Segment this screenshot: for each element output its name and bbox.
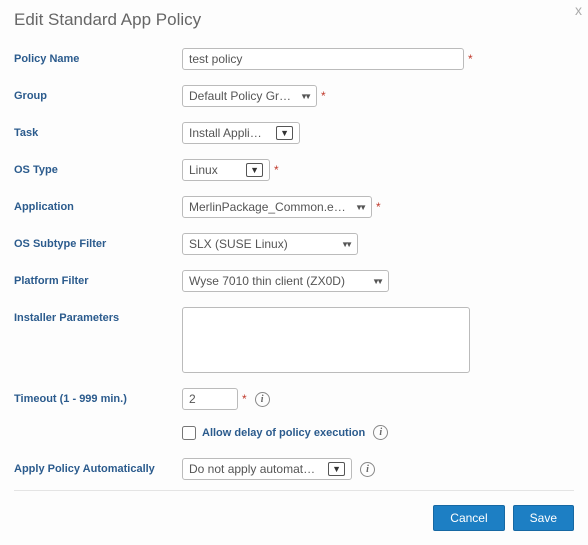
info-icon[interactable]: i: [255, 392, 270, 407]
label-platform: Platform Filter: [14, 270, 182, 287]
row-policy-name: Policy Name *: [14, 48, 574, 70]
edit-policy-dialog: x Edit Standard App Policy Policy Name *…: [0, 0, 588, 545]
info-icon[interactable]: i: [373, 425, 388, 440]
application-select[interactable]: MerlinPackage_Common.exe (Loc ▼▼: [182, 196, 372, 218]
row-os-type: OS Type Linux ▼ *: [14, 159, 574, 181]
row-platform: Platform Filter Wyse 7010 thin client (Z…: [14, 270, 574, 292]
allow-delay-checkbox[interactable]: [182, 426, 196, 440]
required-mark: *: [468, 52, 473, 66]
dialog-title: Edit Standard App Policy: [14, 10, 574, 30]
cancel-button[interactable]: Cancel: [433, 505, 504, 531]
required-mark: *: [274, 163, 279, 177]
required-mark: *: [242, 392, 247, 406]
label-installer: Installer Parameters: [14, 307, 182, 324]
chevron-down-icon: ▼: [276, 126, 293, 140]
info-icon[interactable]: i: [360, 462, 375, 477]
installer-params-textarea[interactable]: [182, 307, 470, 373]
chevron-double-icon: ▼▼: [355, 203, 363, 212]
timeout-input[interactable]: [182, 388, 238, 410]
label-os-type: OS Type: [14, 159, 182, 176]
chevron-double-icon: ▼▼: [372, 277, 380, 286]
os-subtype-select[interactable]: SLX (SUSE Linux) ▼▼: [182, 233, 358, 255]
dialog-footer: Cancel Save: [14, 505, 574, 531]
row-application: Application MerlinPackage_Common.exe (Lo…: [14, 196, 574, 218]
row-installer: Installer Parameters: [14, 307, 574, 373]
divider: [14, 490, 574, 491]
chevron-double-icon: ▼▼: [341, 240, 349, 249]
task-select[interactable]: Install Application ▼: [182, 122, 300, 144]
chevron-down-icon: ▼: [328, 462, 345, 476]
group-select[interactable]: Default Policy Group ▼▼: [182, 85, 317, 107]
label-timeout: Timeout (1 - 999 min.): [14, 388, 182, 405]
required-mark: *: [321, 89, 326, 103]
label-group: Group: [14, 85, 182, 102]
row-os-subtype: OS Subtype Filter SLX (SUSE Linux) ▼▼: [14, 233, 574, 255]
platform-select[interactable]: Wyse 7010 thin client (ZX0D) ▼▼: [182, 270, 389, 292]
os-type-select[interactable]: Linux ▼: [182, 159, 270, 181]
required-mark: *: [376, 200, 381, 214]
label-task: Task: [14, 122, 182, 139]
row-allow-delay: Allow delay of policy execution i: [182, 425, 574, 440]
row-apply-auto: Apply Policy Automatically Do not apply …: [14, 458, 574, 480]
row-timeout: Timeout (1 - 999 min.) * i: [14, 388, 574, 410]
close-icon[interactable]: x: [575, 2, 582, 18]
save-button[interactable]: Save: [513, 505, 574, 531]
policy-name-input[interactable]: [182, 48, 464, 70]
label-application: Application: [14, 196, 182, 213]
label-policy-name: Policy Name: [14, 48, 182, 65]
row-group: Group Default Policy Group ▼▼ *: [14, 85, 574, 107]
allow-delay-label: Allow delay of policy execution: [202, 427, 365, 439]
apply-auto-select[interactable]: Do not apply automatically ▼: [182, 458, 352, 480]
chevron-down-icon: ▼: [246, 163, 263, 177]
row-task: Task Install Application ▼: [14, 122, 574, 144]
chevron-double-icon: ▼▼: [300, 92, 308, 101]
label-os-subtype: OS Subtype Filter: [14, 233, 182, 250]
label-apply-auto: Apply Policy Automatically: [14, 458, 182, 475]
